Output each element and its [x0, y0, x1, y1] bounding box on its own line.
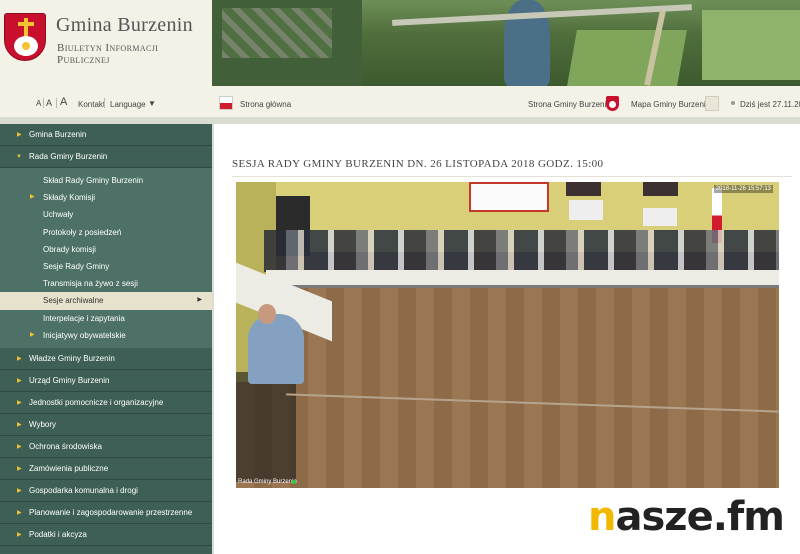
sidebar-item-label: Zamówienia publiczne: [29, 463, 109, 473]
sidebar-subitem-label: Protokoły z posiedzeń: [43, 227, 122, 237]
flag-icon[interactable]: [219, 96, 233, 110]
sidebar-subitem-label: Skład Rady Gminy Burzenin: [43, 176, 144, 185]
site-header: Gmina Burzenin Biuletyn Informacji Publi…: [0, 0, 800, 88]
triangle-right-icon: ▶: [17, 421, 22, 428]
sidebar-item-label: Gmina Burzenin: [29, 130, 87, 139]
sidebar-subitem-uchwaly[interactable]: Uchwały: [0, 206, 212, 224]
sidebar-item-ochrona-srodowiska[interactable]: ▶ Ochrona środowiska: [0, 435, 212, 458]
sidebar-submenu: Skład Rady Gminy Burzenin ▶ Składy Komis…: [0, 168, 212, 348]
sidebar-item-jednostki[interactable]: ▶ Jednostki pomocnicze i organizacyjne: [0, 391, 212, 414]
coat-of-arms-small-icon[interactable]: [606, 96, 619, 111]
sidebar-item-label: Władze Gminy Burzenin: [29, 353, 115, 363]
contact-link[interactable]: Kontakt: [78, 100, 105, 109]
sidebar-subitem-label: Obrady komisji: [43, 244, 96, 254]
triangle-right-icon: ▶: [17, 443, 22, 450]
watermark-first-letter: n: [588, 494, 617, 540]
watermark-rest: asze.fm: [615, 494, 784, 540]
sidebar-item-zamowienia[interactable]: ▶ Zamówienia publiczne: [0, 457, 212, 480]
language-selector[interactable]: Language: [110, 100, 146, 109]
sidebar-subitem-protokoly[interactable]: Protokoły z posiedzeń: [0, 223, 212, 241]
sidebar-item-label: Ochrona środowiska: [29, 441, 102, 451]
triangle-right-icon: ▶: [17, 465, 22, 472]
chevron-down-icon[interactable]: ▼: [148, 99, 156, 108]
sidebar-item-label: Planowanie i zagospodarowanie przestrzen…: [29, 507, 193, 517]
nasze-fm-watermark: nasze.fm: [588, 492, 798, 542]
bullet-icon: [731, 101, 735, 105]
triangle-right-icon: ▶: [17, 132, 22, 138]
main-content: Sesja Rady Gminy Burzenin dn. 26 listopa…: [214, 124, 800, 554]
sidebar-subitem-label: Uchwały: [43, 210, 74, 220]
sidebar-item-label: Wybory: [29, 419, 57, 429]
sidebar-item-wybory[interactable]: ▶ Wybory: [0, 413, 212, 436]
top-toolbar: A A A Kontakt Language ▼ Strona główna S…: [0, 88, 800, 118]
sidebar-item-rada-gminy[interactable]: ▼ Rada Gminy Burzenin: [0, 146, 212, 168]
sidebar-subitem-sesje-archiwalne[interactable]: Sesje archiwalne ▶: [0, 292, 212, 310]
triangle-right-icon: ▶: [17, 399, 22, 406]
logo-area[interactable]: Gmina Burzenin Biuletyn Informacji Publi…: [0, 0, 212, 88]
sidebar-item-label: Podatki i akcyza: [29, 529, 87, 539]
live-indicator-icon: [292, 480, 296, 484]
sidebar-subitem-label: Inicjatywy obywatelskie: [43, 330, 126, 340]
sidebar-subitem-label: Interpelacje i zapytania: [43, 313, 125, 323]
triangle-right-icon: ▶: [17, 377, 22, 384]
triangle-right-icon: ▶: [30, 194, 35, 201]
sidebar-item-label: Gospodarka komunalna i drogi: [29, 485, 138, 495]
triangle-right-icon: ▶: [17, 487, 22, 494]
triangle-right-icon: ▶: [17, 355, 22, 362]
sidebar-subitem-label: Sesje Rady Gminy: [43, 261, 110, 271]
sidebar-item-label: Urząd Gminy Burzenin: [29, 375, 110, 385]
video-caption: Rada Gminy Burzenin: [238, 479, 297, 485]
triangle-right-icon: ▶: [197, 297, 202, 304]
sidebar-item-wladze-gminy[interactable]: ▶ Władze Gminy Burzenin: [0, 347, 212, 370]
triangle-down-icon: ▼: [16, 154, 22, 160]
font-size-medium-button[interactable]: A: [46, 98, 52, 108]
triangle-right-icon: ▶: [17, 531, 22, 538]
sidebar-nav: ▶ Gmina Burzenin ▼ Rada Gminy Burzenin S…: [0, 124, 212, 554]
site-title[interactable]: Gmina Burzenin: [56, 14, 193, 37]
page-title-text: Sesja Rady Gminy Burzenin dn. 26 listopa…: [232, 158, 604, 170]
sidebar-subitem-obrady-komisji[interactable]: Obrady komisji: [0, 240, 212, 258]
font-size-small-button[interactable]: A: [36, 99, 41, 108]
map-link[interactable]: Mapa Gminy Burzenin: [631, 100, 710, 109]
gmina-website-link[interactable]: Strona Gminy Burzenin: [528, 100, 611, 109]
sidebar-subitem-label: Składy Komisji: [43, 193, 96, 203]
sidebar-subitem-inicjatywy[interactable]: ▶ Inicjatywy obywatelskie: [0, 326, 212, 344]
sidebar-subitem-sesje-rady[interactable]: Sesje Rady Gminy: [0, 257, 212, 276]
site-subtitle: Biuletyn Informacji Publicznej: [57, 42, 159, 66]
font-size-large-button[interactable]: A: [60, 96, 67, 108]
sidebar-subitem-label: Transmisja na żywo z sesji: [43, 279, 138, 289]
sidebar-item-label: Jednostki pomocnicze i organizacyjne: [29, 397, 164, 407]
sidebar-subitem-sklad-rady[interactable]: Skład Rady Gminy Burzenin: [0, 172, 212, 190]
coat-of-arms-icon: [4, 13, 46, 61]
sidebar-item-planowanie[interactable]: ▶ Planowanie i zagospodarowanie przestrz…: [0, 501, 212, 524]
divider: [232, 176, 792, 177]
header-banner-image: [212, 0, 800, 86]
current-date: Dziś jest 27.11.2018: [740, 100, 800, 109]
sidebar-item-gospodarka[interactable]: ▶ Gospodarka komunalna i drogi: [0, 479, 212, 502]
map-icon[interactable]: [705, 96, 719, 111]
sidebar-subitem-interpelacje[interactable]: Interpelacje i zapytania: [0, 309, 212, 327]
sidebar-item-urzad-gminy[interactable]: ▶ Urząd Gminy Burzenin: [0, 369, 212, 392]
sidebar-subitem-label: Sesje archiwalne: [43, 296, 104, 306]
triangle-right-icon: ▶: [30, 331, 35, 338]
video-player[interactable]: 2018-11-26 15:57:13 Rada Gminy Burzenin: [236, 182, 779, 488]
sidebar-subitem-transmisja[interactable]: Transmisja na żywo z sesji: [0, 275, 212, 293]
home-link[interactable]: Strona główna: [240, 100, 291, 109]
sidebar-subitem-sklady-komisji[interactable]: ▶ Składy Komisji: [0, 189, 212, 207]
sidebar-item-podatki[interactable]: ▶ Podatki i akcyza: [0, 523, 212, 546]
sidebar-item-label: Rada Gminy Burzenin: [29, 152, 108, 161]
page-title: Sesja Rady Gminy Burzenin dn. 26 listopa…: [232, 158, 603, 170]
sidebar-item-gmina-burzenin[interactable]: ▶ Gmina Burzenin: [0, 124, 212, 146]
video-timestamp: 2018-11-26 15:57:13: [713, 185, 773, 193]
triangle-right-icon: ▶: [17, 509, 22, 516]
